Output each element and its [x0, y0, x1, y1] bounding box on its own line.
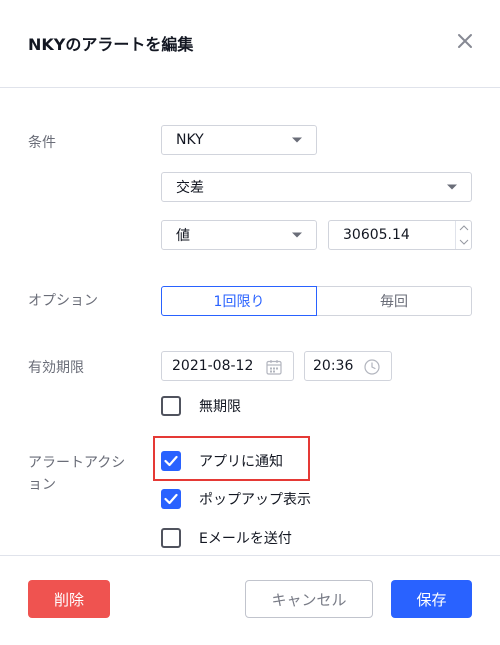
action-item-popup[interactable]: ポップアップ表示 [161, 488, 311, 510]
footer-divider [0, 555, 500, 556]
stepper-up-icon[interactable] [456, 221, 471, 235]
caret-down-icon [292, 232, 302, 238]
expiry-date: 2021-08-12 [172, 358, 254, 374]
calendar-icon[interactable] [265, 358, 283, 380]
unlimited-row[interactable]: 無期限 [161, 395, 241, 417]
symbol-value: NKY [176, 132, 204, 148]
cancel-button[interactable]: キャンセル [245, 580, 373, 618]
email-checkbox[interactable] [161, 528, 181, 548]
email-label: Eメールを送付 [199, 531, 292, 547]
actions-label-line2: ョン [28, 477, 56, 493]
action-item-app[interactable]: アプリに通知 [161, 450, 283, 472]
dialog-header: NKYのアラートを編集 [0, 0, 500, 88]
caret-down-icon [292, 137, 302, 143]
expiry-label: 有効期限 [28, 360, 84, 376]
actions-label: アラートアクシ [28, 455, 126, 471]
clock-icon[interactable] [363, 358, 381, 380]
operator-value: 交差 [176, 180, 204, 196]
value-text: 30605.14 [343, 227, 410, 243]
stepper-down-icon[interactable] [456, 235, 471, 249]
symbol-select[interactable]: NKY [161, 125, 317, 155]
app-notify-checkbox[interactable] [161, 451, 181, 471]
operator-select[interactable]: 交差 [161, 172, 472, 202]
option-every-button[interactable]: 毎回 [316, 286, 472, 316]
unlimited-checkbox[interactable] [161, 396, 181, 416]
popup-checkbox[interactable] [161, 489, 181, 509]
condition-label: 条件 [28, 135, 56, 151]
delete-button[interactable]: 削除 [28, 580, 110, 618]
expiry-time: 20:36 [313, 358, 354, 374]
value-stepper[interactable] [455, 221, 471, 249]
popup-label: ポップアップ表示 [199, 492, 311, 508]
value-type: 値 [176, 228, 190, 244]
checkmark-icon [164, 455, 178, 467]
value-input[interactable]: 30605.14 [328, 220, 472, 250]
checkmark-icon [164, 493, 178, 505]
unlimited-label: 無期限 [199, 399, 241, 415]
option-once-button[interactable]: 1回限り [161, 286, 317, 316]
close-icon[interactable] [452, 28, 478, 54]
value-type-select[interactable]: 値 [161, 220, 317, 250]
expiry-time-input[interactable]: 20:36 [304, 351, 392, 381]
action-item-email[interactable]: Eメールを送付 [161, 527, 292, 549]
expiry-date-input[interactable]: 2021-08-12 [161, 351, 294, 381]
option-toggle: 1回限り 毎回 [161, 286, 472, 316]
caret-down-icon [447, 184, 457, 190]
dialog-title: NKYのアラートを編集 [28, 35, 194, 54]
save-button[interactable]: 保存 [391, 580, 472, 618]
app-notify-label: アプリに通知 [199, 454, 283, 470]
option-label: オプション [28, 293, 98, 309]
